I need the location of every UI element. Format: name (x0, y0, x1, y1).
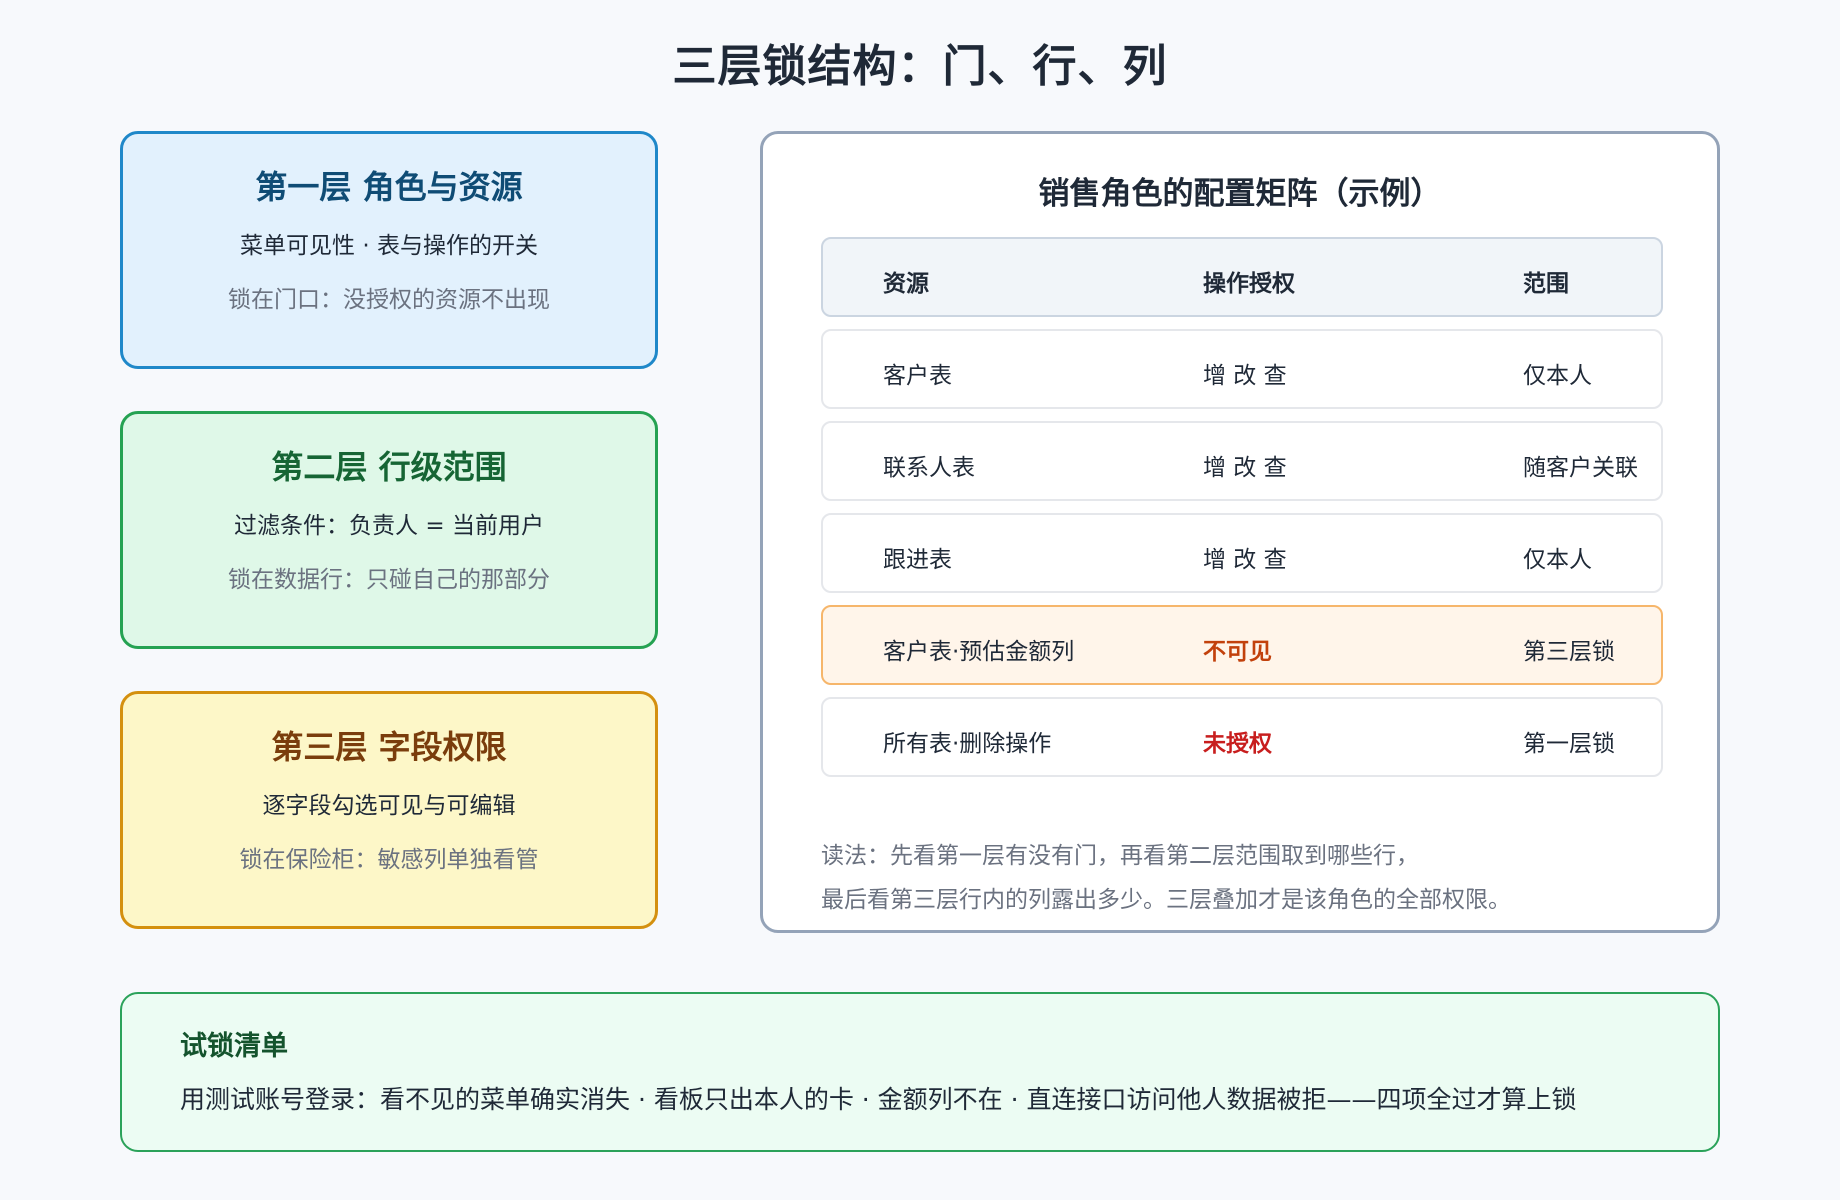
layer-2-note: 锁在数据行：只碰自己的那部分 (228, 567, 550, 593)
cell-scope: 仅本人 (1523, 363, 1592, 389)
table-row: 客户表 增 改 查 仅本人 (821, 329, 1663, 409)
cell-resource: 客户表 (883, 363, 952, 389)
col-header-operation: 操作授权 (1203, 271, 1295, 297)
table-row: 所有表·删除操作 未授权 第一层锁 (821, 697, 1663, 777)
cell-operation-unauthorized: 未授权 (1203, 731, 1272, 757)
table-row-highlighted: 客户表·预估金额列 不可见 第三层锁 (821, 605, 1663, 685)
reading-line-2: 最后看第三层行内的列露出多少。三层叠加才是该角色的全部权限。 (821, 887, 1511, 913)
table-row: 跟进表 增 改 查 仅本人 (821, 513, 1663, 593)
col-header-resource: 资源 (883, 271, 929, 297)
cell-operation-invisible: 不可见 (1203, 639, 1272, 665)
matrix-header-row: 资源 操作授权 范围 (821, 237, 1663, 317)
cell-resource: 联系人表 (883, 455, 975, 481)
layer-3-desc: 逐字段勾选可见与可编辑 (262, 793, 516, 819)
layer-1-desc: 菜单可见性 · 表与操作的开关 (240, 233, 538, 259)
checklist-text: 用测试账号登录：看不见的菜单确实消失 · 看板只出本人的卡 · 金额列不在 · … (180, 1085, 1577, 1114)
lock-test-checklist: 试锁清单 用测试账号登录：看不见的菜单确实消失 · 看板只出本人的卡 · 金额列… (120, 992, 1720, 1152)
layer-2-desc: 过滤条件：负责人 = 当前用户 (234, 513, 544, 539)
cell-scope: 仅本人 (1523, 547, 1592, 573)
layer-1-note: 锁在门口：没授权的资源不出现 (228, 287, 550, 313)
cell-resource: 所有表·删除操作 (883, 731, 1052, 757)
matrix-reading-note: 读法：先看第一层有没有门，再看第二层范围取到哪些行， 最后看第三层行内的列露出多… (821, 834, 1511, 922)
layer-3-card: 第三层 字段权限 逐字段勾选可见与可编辑 锁在保险柜：敏感列单独看管 (120, 691, 658, 929)
cell-scope: 第三层锁 (1523, 639, 1615, 665)
layer-1-heading: 第一层 角色与资源 (255, 168, 523, 206)
cell-resource: 跟进表 (883, 547, 952, 573)
cell-operation: 增 改 查 (1203, 455, 1287, 481)
cell-scope: 随客户关联 (1523, 455, 1638, 481)
cell-scope: 第一层锁 (1523, 731, 1615, 757)
config-matrix-panel: 销售角色的配置矩阵（示例） 资源 操作授权 范围 客户表 增 改 查 仅本人 联… (760, 131, 1720, 933)
cell-operation: 增 改 查 (1203, 363, 1287, 389)
page-title: 三层锁结构：门、行、列 (672, 41, 1168, 92)
cell-resource: 客户表·预估金额列 (883, 639, 1075, 665)
checklist-title: 试锁清单 (180, 1031, 288, 1062)
layer-2-heading: 第二层 行级范围 (271, 448, 507, 486)
layer-1-card: 第一层 角色与资源 菜单可见性 · 表与操作的开关 锁在门口：没授权的资源不出现 (120, 131, 658, 369)
matrix-title: 销售角色的配置矩阵（示例） (1038, 176, 1442, 212)
layer-2-card: 第二层 行级范围 过滤条件：负责人 = 当前用户 锁在数据行：只碰自己的那部分 (120, 411, 658, 649)
layer-3-note: 锁在保险柜：敏感列单独看管 (239, 847, 539, 873)
reading-line-1: 读法：先看第一层有没有门，再看第二层范围取到哪些行， (821, 843, 1419, 869)
col-header-scope: 范围 (1523, 271, 1569, 297)
table-row: 联系人表 增 改 查 随客户关联 (821, 421, 1663, 501)
layer-3-heading: 第三层 字段权限 (271, 728, 507, 766)
cell-operation: 增 改 查 (1203, 547, 1287, 573)
